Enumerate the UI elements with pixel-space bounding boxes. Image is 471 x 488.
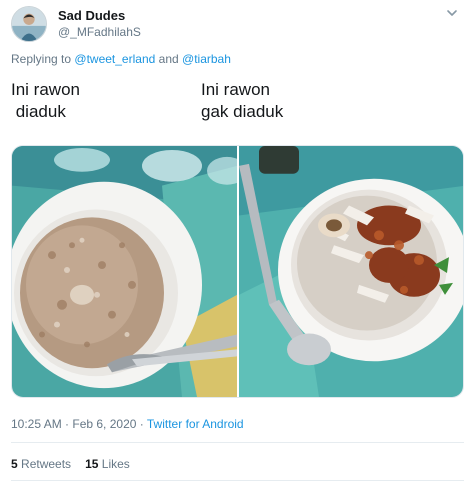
photo-unstirred-rawon[interactable] xyxy=(239,146,463,397)
likes-count: 15 xyxy=(85,457,99,471)
tweet-text-right: Ini rawon gak diaduk xyxy=(201,80,284,121)
reply-context: Replying to @tweet_erland and @tiarbah xyxy=(11,52,231,66)
avatar[interactable] xyxy=(11,6,47,42)
photo-stirred-rawon[interactable] xyxy=(12,146,237,397)
likes-stat[interactable]: 15 Likes xyxy=(85,457,130,471)
author-handle[interactable]: @_MFadhilahS xyxy=(58,24,141,40)
retweets-count: 5 xyxy=(11,457,18,471)
author-display-name[interactable]: Sad Dudes xyxy=(58,7,141,24)
reply-mention-link[interactable]: @tiarbah xyxy=(182,52,231,66)
reply-mention-link[interactable]: @tweet_erland xyxy=(74,52,155,66)
divider xyxy=(11,480,464,481)
tweet-meta: 10:25 AM · Feb 6, 2020 · Twitter for And… xyxy=(11,417,244,431)
tweet-stats: 5 Retweets 15 Likes xyxy=(11,457,130,471)
retweets-label: Retweets xyxy=(21,457,72,471)
tweet-media xyxy=(11,145,464,398)
retweets-stat[interactable]: 5 Retweets xyxy=(11,457,71,471)
likes-label: Likes xyxy=(101,457,130,471)
chevron-down-icon[interactable] xyxy=(445,6,459,20)
meta-separator: · xyxy=(139,417,144,431)
author-names: Sad Dudes @_MFadhilahS xyxy=(58,7,141,40)
reply-conjunction: and xyxy=(158,52,179,66)
divider xyxy=(11,442,464,443)
tweet-text-left: Ini rawon diaduk xyxy=(11,80,80,121)
tweet-source-link[interactable]: Twitter for Android xyxy=(147,417,244,431)
tweet-header: Sad Dudes @_MFadhilahS xyxy=(11,6,461,46)
avatar-image xyxy=(12,7,46,41)
reply-prefix: Replying to xyxy=(11,52,72,66)
tweet-timestamp[interactable]: 10:25 AM · Feb 6, 2020 xyxy=(11,417,136,431)
